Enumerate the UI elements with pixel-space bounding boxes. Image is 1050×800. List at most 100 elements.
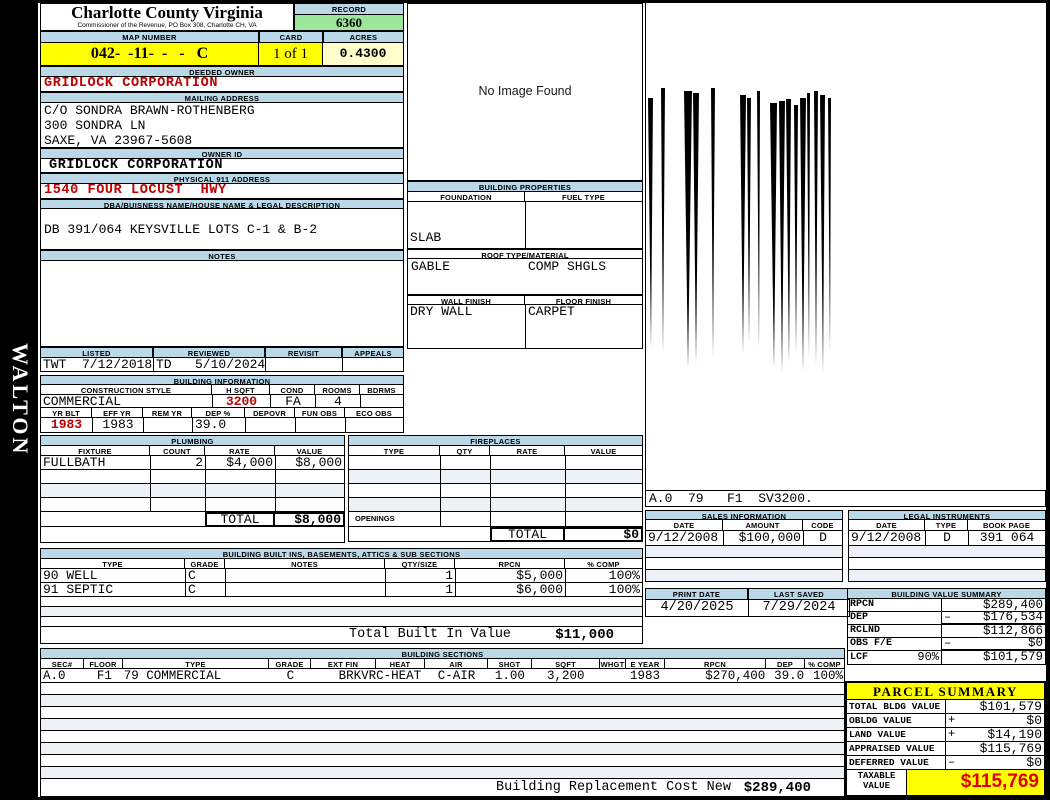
foundation-label: FOUNDATION (407, 192, 525, 202)
yrblt-value: 1983 (40, 418, 92, 433)
fireplaces-empty-row (348, 498, 643, 512)
sketch-label: A.0 79 F1 SV3200. (645, 490, 1046, 507)
bi-rpcn-label: RPCN (455, 559, 565, 569)
bi-qty-label: QTY/SIZE (385, 559, 455, 569)
map-number-label: MAP NUMBER (40, 31, 259, 43)
owner-id-value: GRIDLOCK CORPORATION (40, 159, 404, 173)
cond-label: COND (270, 385, 315, 395)
building-sections-title: BUILDING SECTIONS (40, 648, 845, 659)
value-label: VALUE (275, 446, 345, 456)
sketch-drawing (648, 88, 831, 373)
notes-box (40, 261, 404, 347)
replacement-cost-value: $289,400 (743, 780, 811, 796)
built-ins-empty-row (40, 617, 643, 627)
county-subtitle: Commissioner of the Revenue, PO Box 308,… (77, 22, 257, 29)
notes-label: NOTES (40, 250, 404, 261)
plumbing-fixture: FULLBATH (40, 456, 150, 470)
sales-date-label: DATE (645, 520, 723, 531)
openings-label: OPENINGS (348, 512, 440, 527)
bvs-row: DEP – $176,534 (847, 612, 1046, 625)
remyr-value (143, 418, 192, 433)
construction-style-value: COMMERCIAL (40, 395, 212, 408)
fireplaces-total-label: TOTAL (490, 527, 565, 542)
foundation-line: SLAB (410, 230, 442, 245)
review-table: LISTED REVIEWED REVISIT APPEALS TWT 7/12… (40, 347, 404, 372)
floor-finish-value: CARPET (525, 305, 643, 349)
roof-material-value: COMP SHGLS (528, 259, 607, 274)
building-information: BUILDING INFORMATION CONSTRUCTION STYLE … (40, 375, 404, 433)
sales-information-table: SALES INFORMATION DATE AMOUNT CODE 9/12/… (645, 510, 843, 582)
fireplaces-empty-row (348, 484, 643, 498)
fireplaces-title: FIREPLACES (348, 435, 643, 446)
appeals-label: APPEALS (342, 347, 404, 358)
appeals-value (342, 358, 404, 372)
mailing-address-label: MAILING ADDRESS (40, 92, 404, 103)
last-saved-value: 7/29/2024 (748, 600, 850, 617)
plumbing-rate: $4,000 (205, 456, 275, 470)
taxable-value-row: TAXABLE VALUE $115,769 (847, 770, 1044, 795)
legal-empty-row (848, 569, 1046, 582)
fp-qty-label: QTY (440, 446, 490, 456)
built-ins-total-label: Total Built In Value (349, 627, 512, 642)
bvs-row: RPCN $289,400 (847, 599, 1046, 612)
building-properties-title: BUILDING PROPERTIES (407, 181, 643, 192)
parcel-summary-title: PARCEL SUMMARY (847, 683, 1044, 700)
built-ins-title: BUILDING BUILT INS, BASEMENTS, ATTICS & … (40, 548, 643, 559)
dep-pct-value: 39.0 (192, 418, 245, 433)
hsqft-label: H SQFT (212, 385, 270, 395)
openings-value (440, 512, 490, 527)
built-ins-empty-row (40, 597, 643, 607)
count-label: COUNT (150, 446, 205, 456)
bs-empty-row (40, 695, 845, 707)
record-value: 6360 (294, 15, 404, 31)
mailing-line: C/O SONDRA BRAWN-ROTHENBERG (44, 103, 255, 118)
remyr-label: REM YR (143, 408, 192, 418)
sketch-panel (645, 3, 1046, 490)
funobs-label: FUN OBS (295, 408, 345, 418)
built-ins-row: 90 WELL C 1 $5,000 100% (40, 569, 643, 583)
reviewed-value: TD 5/10/2024 (153, 358, 265, 372)
print-saved-table: PRINT DATE LAST SAVED 4/20/2025 7/29/202… (645, 588, 850, 617)
fixture-label: FIXTURE (40, 446, 150, 456)
revisit-value (265, 358, 342, 372)
wall-finish-value: DRY WALL (407, 305, 525, 349)
fuel-type-value (525, 202, 643, 249)
listed-value: TWT 7/12/2018 (40, 358, 153, 372)
plumbing-empty-row (40, 498, 345, 512)
mailing-address-value: C/O SONDRA BRAWN-ROTHENBERG 300 SONDRA L… (40, 103, 404, 148)
bvs-title: BUILDING VALUE SUMMARY (847, 588, 1046, 599)
legal-description-box: DB 391/064 KEYSVILLE LOTS C-1 & B-2 (40, 209, 404, 250)
plumbing-title: PLUMBING (40, 435, 345, 446)
bs-eyear-label: E YEAR (626, 659, 665, 669)
bs-type-label: TYPE (123, 659, 269, 669)
bs-empty-row (40, 683, 845, 695)
sales-row: 9/12/2008 $100,000 D (645, 531, 843, 545)
funobs-value (295, 418, 345, 433)
bvs-row: RCLND $112,866 (847, 625, 1046, 638)
bvs-row: OBS F/E – $0 (847, 638, 1046, 651)
plumbing-table: PLUMBING FIXTURE COUNT RATE VALUE FULLBA… (40, 435, 345, 543)
plumbing-total-label: TOTAL (205, 512, 275, 527)
fireplaces-empty-row (348, 456, 643, 470)
watermark-walton: WALTON (8, 343, 33, 457)
bs-sqft-label: SQFT (532, 659, 600, 669)
parcel-summary: PARCEL SUMMARY TOTAL BLDG VALUE $101,579… (845, 681, 1046, 797)
effyr-label: EFF YR (92, 408, 143, 418)
reviewed-label: REVIEWED (153, 347, 265, 358)
parcel-row: OBLDG VALUE + $0 (847, 713, 1044, 728)
acres-label: ACRES (323, 31, 404, 43)
hsqft-value: 3200 (212, 395, 270, 408)
legal-description-value: DB 391/064 KEYSVILLE LOTS C-1 & B-2 (44, 222, 318, 237)
plumbing-footer-row (40, 527, 345, 543)
ecoobs-value (345, 418, 404, 433)
built-ins-table: BUILDING BUILT INS, BASEMENTS, ATTICS & … (40, 548, 643, 644)
plumbing-empty-row (40, 470, 345, 484)
print-date-value: 4/20/2025 (645, 600, 748, 617)
bs-empty-row (40, 743, 845, 755)
bdrms-value (360, 395, 404, 408)
plumbing-value: $8,000 (275, 456, 345, 470)
legal-instruments-table: LEGAL INSTRUMENTS DATE TYPE BOOK PAGE 9/… (848, 510, 1046, 582)
bi-type-label: TYPE (40, 559, 185, 569)
building-sections-table: BUILDING SECTIONS SEC# FLOOR TYPE GRADE … (40, 648, 845, 797)
built-ins-total-row: Total Built In Value $11,000 (40, 627, 643, 644)
